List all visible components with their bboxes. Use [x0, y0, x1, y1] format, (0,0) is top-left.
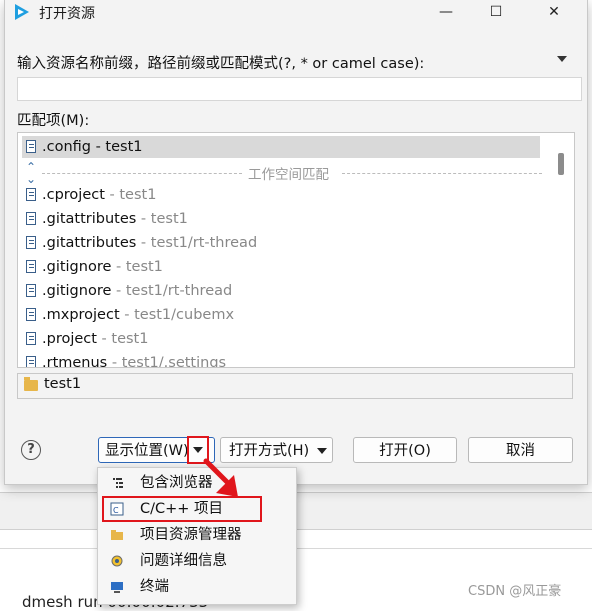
search-prompt-label: 输入资源名称前缀，路径前缀或匹配模式(?, * or camel case):	[17, 56, 425, 72]
file-icon	[26, 356, 36, 367]
show-in-button[interactable]: 显示位置(W)	[98, 436, 215, 464]
minimize-button[interactable]: —	[423, 0, 469, 26]
list-item[interactable]: .rtmenus - test1/.settings	[22, 352, 540, 368]
cancel-button[interactable]: 取消	[468, 437, 573, 463]
separator-line	[42, 173, 242, 174]
matches-label: 匹配项(M):	[17, 113, 90, 129]
item-name: .gitattributes	[42, 211, 137, 227]
item-name: .rtmenus	[42, 355, 108, 368]
problem-details-icon	[111, 555, 123, 567]
open-resource-dialog: 打开资源 — ☐ ✕ 输入资源名称前缀，路径前缀或匹配模式(?, * or ca…	[4, 0, 588, 485]
menu-item-label: 问题详细信息	[140, 553, 227, 569]
file-icon	[26, 308, 36, 321]
item-name: .mxproject	[42, 307, 120, 323]
list-item[interactable]: .gitignore - test1	[22, 256, 540, 278]
menu-item-problem-details[interactable]: 问题详细信息	[98, 548, 296, 574]
item-path: - test1	[136, 211, 188, 227]
terminal-icon	[111, 582, 123, 593]
separator-label: 工作空间匹配	[248, 167, 329, 183]
close-button[interactable]: ✕	[531, 0, 577, 26]
app-logo-icon	[15, 4, 29, 20]
item-name: .project	[42, 331, 97, 347]
menu-item-label: 终端	[140, 579, 169, 595]
list-item[interactable]: .gitattributes - test1	[22, 208, 540, 230]
svg-text:C: C	[113, 506, 119, 515]
file-icon	[26, 236, 36, 249]
list-item-selected[interactable]: .config - test1	[22, 136, 540, 158]
item-name: .gitignore	[42, 283, 112, 299]
item-path: - test1/cubemx	[119, 307, 235, 323]
help-icon[interactable]: ?	[21, 440, 41, 460]
collapse-chevron-icon[interactable]: ⌃ ⌄	[26, 161, 36, 185]
menu-item-terminal[interactable]: 终端	[98, 574, 296, 600]
menu-item-project-explorer[interactable]: 项目资源管理器	[98, 522, 296, 548]
open-button[interactable]: 打开(O)	[353, 437, 457, 463]
watermark: CSDN @风正豪	[468, 584, 562, 599]
item-path: - test1/.settings	[107, 355, 227, 368]
file-icon	[26, 212, 36, 225]
list-item[interactable]: .project - test1	[22, 328, 540, 350]
package-explorer-icon	[113, 478, 123, 488]
file-icon	[26, 140, 36, 153]
item-path: - test1	[111, 259, 163, 275]
file-icon	[26, 260, 36, 273]
show-in-label: 显示位置(W)	[105, 443, 189, 459]
item-name: .gitattributes	[42, 235, 137, 251]
item-name: .config	[42, 139, 91, 155]
status-path: test1	[44, 376, 82, 392]
item-name: .gitignore	[42, 259, 112, 275]
project-explorer-icon	[111, 530, 123, 540]
file-icon	[26, 284, 36, 297]
maximize-button[interactable]: ☐	[473, 0, 519, 26]
separator-line	[342, 173, 542, 174]
dialog-title: 打开资源	[39, 6, 95, 22]
item-name: .cproject	[42, 187, 105, 203]
item-path: - test1/rt-thread	[111, 283, 233, 299]
history-dropdown-icon[interactable]	[557, 56, 567, 62]
list-item[interactable]: .gitattributes - test1/rt-thread	[22, 232, 540, 254]
workspace-matches-separator: ⌃ ⌄ 工作空间匹配	[22, 161, 542, 185]
item-path: - test1	[96, 331, 149, 347]
chevron-down-icon	[193, 447, 203, 453]
item-path: - test1/rt-thread	[136, 235, 258, 251]
cpp-projects-icon: C	[110, 502, 124, 516]
resource-search-input[interactable]	[17, 77, 582, 101]
menu-item-label: 项目资源管理器	[140, 527, 242, 543]
list-item[interactable]: .mxproject - test1/cubemx	[22, 304, 540, 326]
item-path: - test1	[104, 187, 157, 203]
list-item[interactable]: .gitignore - test1/rt-thread	[22, 280, 540, 302]
item-path: - test1	[90, 139, 143, 155]
file-icon	[26, 332, 36, 345]
matches-list[interactable]: .config - test1 ⌃ ⌄ 工作空间匹配 .cproject - te…	[17, 132, 575, 368]
list-item[interactable]: .cproject - test1	[22, 184, 540, 206]
dialog-titlebar[interactable]: 打开资源 — ☐ ✕	[5, 0, 587, 26]
list-scrollbar[interactable]	[558, 153, 564, 175]
status-bar: test1	[17, 373, 573, 399]
file-icon	[26, 188, 36, 201]
chevron-down-icon	[317, 448, 327, 454]
annotation-arrow	[203, 458, 238, 497]
folder-icon	[24, 377, 38, 391]
